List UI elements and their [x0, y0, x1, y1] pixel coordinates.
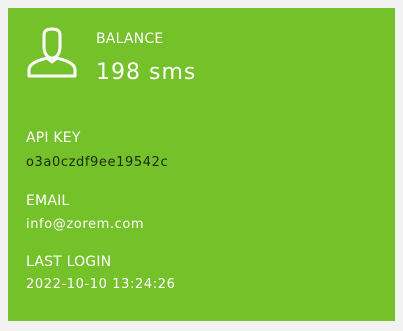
email-label: EMAIL [26, 193, 70, 209]
user-icon [27, 27, 77, 78]
api-key-label: API KEY [26, 130, 81, 146]
last-login-value: 2022-10-10 13:24:26 [26, 277, 176, 292]
account-summary-card: BALANCE 198 sms API KEY o3a0czdf9ee19542… [8, 8, 395, 321]
last-login-label: LAST LOGIN [26, 254, 112, 270]
balance-value: 198 sms [96, 60, 197, 85]
email-value: info@zorem.com [26, 217, 145, 232]
api-key-value: o3a0czdf9ee19542c [26, 155, 169, 170]
balance-label: BALANCE [96, 31, 164, 47]
